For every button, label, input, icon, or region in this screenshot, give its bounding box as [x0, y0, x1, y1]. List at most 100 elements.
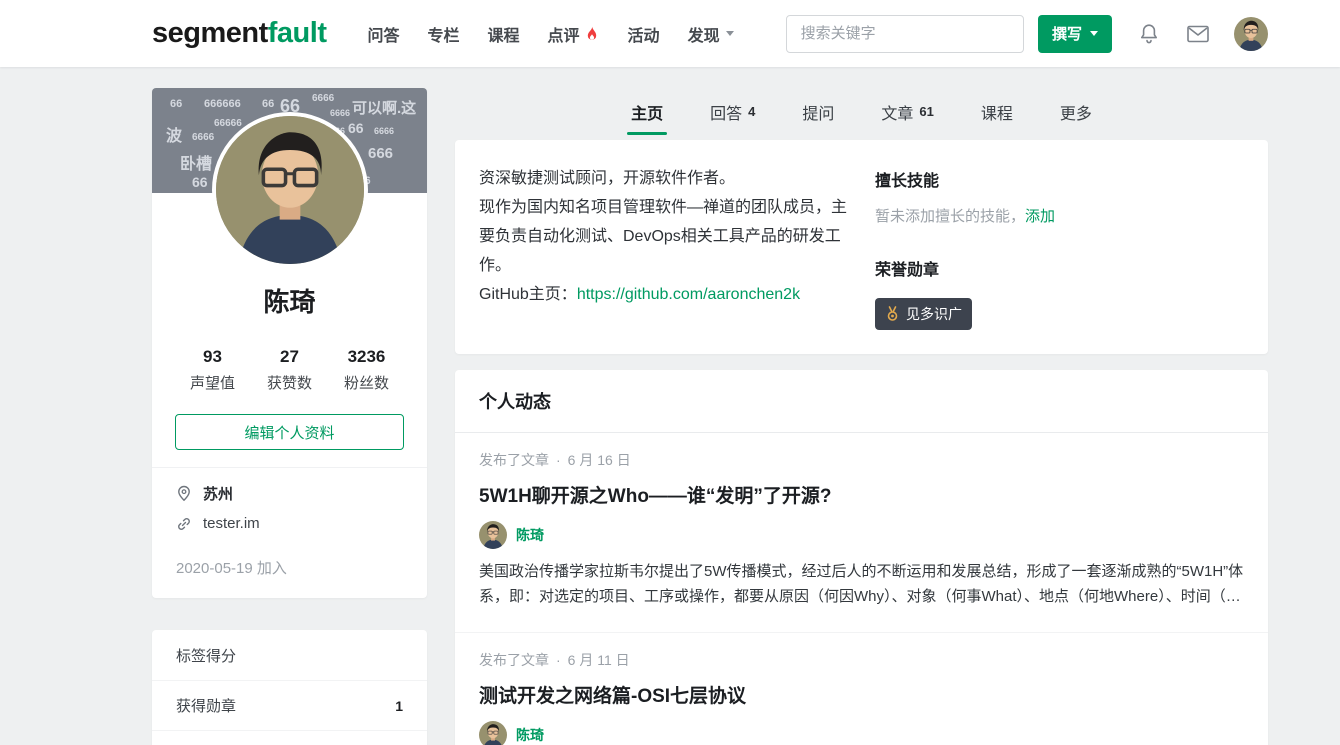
tab-questions[interactable]: 提问	[802, 88, 834, 135]
user-avatar[interactable]	[1234, 16, 1268, 51]
search-box	[785, 14, 1024, 53]
avatar-image	[1234, 16, 1268, 51]
danmaku-text: 6666	[312, 93, 335, 104]
feed-meta: 发布了文章 · 6 月 11 日	[479, 650, 1244, 670]
danmaku-text: 卧槽	[180, 156, 213, 173]
author-name[interactable]: 陈琦	[516, 725, 544, 745]
segmentfault-logo[interactable]: segmentfault	[152, 17, 327, 50]
feed-item: 发布了文章 · 6 月 16 日 5W1H聊开源之Who——谁“发明”了开源? …	[455, 433, 1268, 632]
tab-courses[interactable]: 课程	[981, 88, 1013, 135]
danmaku-text: 可以啊.这	[352, 100, 417, 117]
location-row: 苏州	[176, 483, 403, 504]
website-link[interactable]: tester.im	[203, 515, 260, 532]
stat-likes[interactable]: 27 获赞数	[267, 347, 312, 393]
logo-text-fault: fault	[267, 17, 327, 49]
chevron-down-icon	[725, 31, 734, 36]
logo-text-segment: segment	[152, 17, 268, 49]
badge-count: 1	[395, 697, 403, 714]
bio-section: 资深敏捷测试顾问，开源软件作者。 现作为国内知名项目管理软件—禅道的团队成员，主…	[479, 164, 875, 330]
nav-item-questions[interactable]: 问答	[353, 0, 413, 67]
bio-line: 资深敏捷测试顾问，开源软件作者。	[479, 170, 736, 187]
honors-title: 荣誉勋章	[875, 262, 940, 279]
danmaku-text: 6666	[330, 108, 351, 118]
nav-item-courses[interactable]: 课程	[474, 0, 534, 67]
skills-empty-text: 暂未添加擅长的技能，添加	[875, 208, 1056, 225]
activity-feed: 个人动态 发布了文章 · 6 月 16 日 5W1H聊开源之Who——谁“发明”…	[455, 370, 1268, 745]
stat-reputation[interactable]: 93 声望值	[190, 347, 235, 393]
stat-followers[interactable]: 3236 粉丝数	[344, 347, 389, 393]
website-row: tester.im	[176, 515, 403, 532]
author-avatar[interactable]	[479, 721, 507, 745]
avatar-image	[479, 721, 507, 745]
profile-stats: 93 声望值 27 获赞数 3236 粉丝数	[152, 347, 427, 393]
link-icon	[178, 517, 190, 530]
danmaku-text: 66	[192, 174, 208, 190]
meta-separator: ·	[556, 452, 561, 468]
profile-tabs: 主页 回答 4 提问 文章 61 课程 更多	[455, 88, 1268, 135]
feed-title: 个人动态	[455, 370, 1268, 433]
article-author: 陈琦	[479, 521, 1244, 549]
danmaku-text: 波	[166, 128, 183, 145]
author-avatar[interactable]	[479, 521, 507, 549]
author-name[interactable]: 陈琦	[516, 525, 544, 545]
article-title[interactable]: 测试开发之网络篇-OSI七层协议	[479, 681, 1244, 708]
join-date: 2020-05-19 加入	[176, 560, 287, 577]
medal-icon	[887, 306, 898, 321]
messages-button[interactable]	[1186, 24, 1210, 44]
edit-profile-button[interactable]: 编辑个人资料	[175, 414, 404, 450]
danmaku-text: 66	[262, 98, 275, 110]
meta-separator: ·	[556, 652, 561, 668]
location-text: 苏州	[203, 486, 234, 503]
danmaku-text: 666666	[204, 98, 241, 110]
add-skill-link[interactable]: 添加	[1025, 208, 1055, 225]
github-row: GitHub主页：https://github.com/aaronchen2k	[479, 280, 849, 309]
danmaku-text: 66666	[214, 118, 242, 129]
profile-sidebar: 66 666666 66 66 6666 6666 可以啊.这 波 6666 6…	[152, 88, 427, 745]
article-excerpt: 美国政治传播学家拉斯韦尔提出了5W传播模式，经过后人的不断运用和发展总结，形成了…	[479, 563, 1244, 605]
mail-icon	[1187, 25, 1209, 42]
sidebar-menu: 标签得分 获得勋章 1 声望记录	[152, 630, 427, 745]
feed-action: 发布了文章	[479, 652, 549, 668]
honor-badge[interactable]: 见多识广	[875, 298, 972, 330]
bell-icon	[1141, 23, 1157, 43]
notifications-button[interactable]	[1138, 22, 1160, 46]
feed-date[interactable]: 6 月 16 日	[568, 450, 631, 470]
tab-answers[interactable]: 回答 4	[710, 88, 755, 135]
feed-item: 发布了文章 · 6 月 11 日 测试开发之网络篇-OSI七层协议 陈琦 今天，…	[455, 632, 1268, 745]
location-pin-icon	[178, 485, 190, 502]
tab-more[interactable]: 更多	[1060, 88, 1092, 135]
article-title[interactable]: 5W1H聊开源之Who——谁“发明”了开源?	[479, 481, 1244, 508]
feed-meta: 发布了文章 · 6 月 16 日	[479, 450, 1244, 470]
danmaku-text: 66	[348, 120, 364, 136]
tab-home[interactable]: 主页	[627, 88, 668, 135]
article-author: 陈琦	[479, 721, 1244, 745]
danmaku-text: 666	[368, 145, 394, 162]
tab-articles[interactable]: 文章 61	[881, 88, 933, 135]
nav-item-activities[interactable]: 活动	[614, 0, 674, 67]
danmaku-text: 66	[170, 98, 183, 110]
avatar-image	[215, 116, 364, 264]
sidebar-item-badges[interactable]: 获得勋章 1	[152, 680, 427, 730]
nav-item-reviews[interactable]: 点评	[534, 0, 614, 67]
profile-avatar[interactable]	[211, 112, 368, 268]
skills-section: 擅长技能 暂未添加擅长的技能，添加 荣誉勋章 见多识广	[875, 164, 1244, 330]
github-link[interactable]: https://github.com/aaronchen2k	[577, 286, 800, 303]
feed-date[interactable]: 6 月 11 日	[568, 650, 630, 670]
feed-action: 发布了文章	[479, 452, 549, 468]
profile-content: 主页 回答 4 提问 文章 61 课程 更多 资深敏捷测试顾问，开源软件作者。 现作…	[455, 88, 1268, 745]
sidebar-item-reputation-log[interactable]: 声望记录	[152, 730, 427, 745]
skills-title: 擅长技能	[875, 173, 940, 190]
profile-info: 苏州 tester.im	[152, 467, 427, 532]
avatar-image	[479, 521, 507, 549]
flame-icon	[584, 26, 600, 42]
nav-item-columns[interactable]: 专栏	[414, 0, 474, 67]
search-input[interactable]	[785, 14, 1024, 53]
top-navbar: segmentfault 问答 专栏 课程 点评 活动 发现 撰写	[0, 0, 1340, 67]
sidebar-item-tag-scores[interactable]: 标签得分	[152, 630, 427, 680]
write-button[interactable]: 撰写	[1037, 14, 1112, 53]
badge-label: 见多识广	[906, 306, 962, 322]
bio-line: 现作为国内知名项目管理软件—禅道的团队成员，主要负责自动化测试、DevOps相关…	[479, 199, 848, 274]
nav-item-discover[interactable]: 发现	[674, 0, 748, 67]
profile-card: 66 666666 66 66 6666 6666 可以啊.这 波 6666 6…	[152, 88, 427, 598]
github-label: GitHub主页：	[479, 286, 577, 303]
